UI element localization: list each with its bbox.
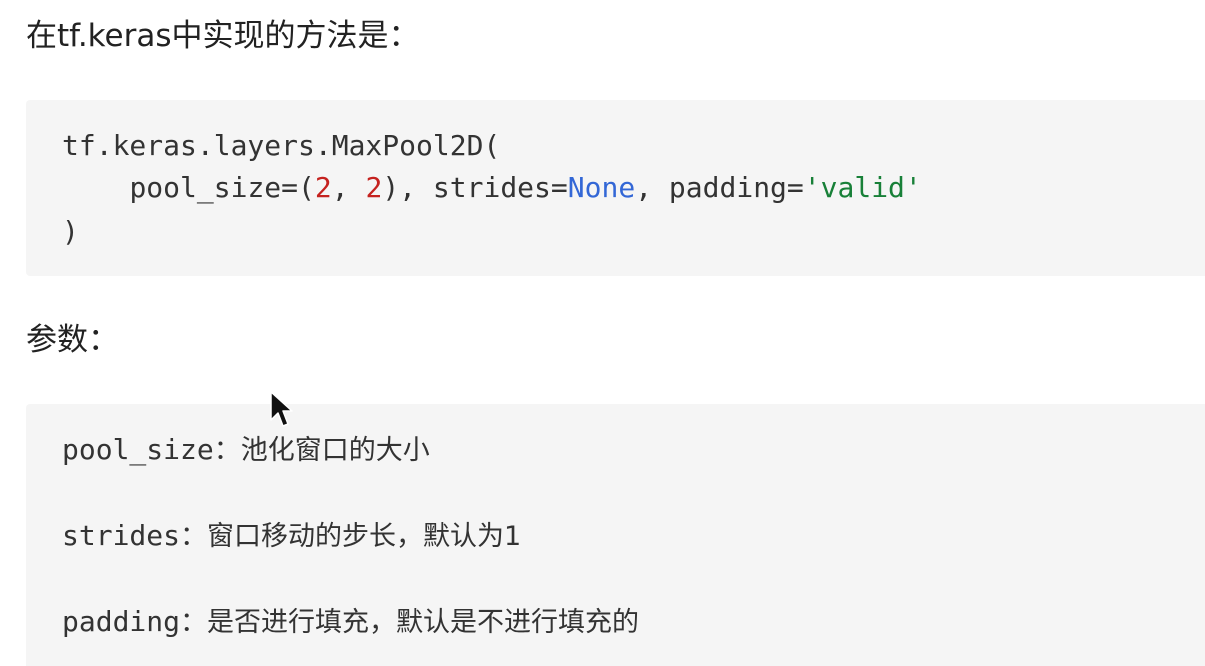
- intro-heading: 在tf.keras中实现的方法是：: [26, 18, 420, 54]
- param-description: 池化窗口的大小: [240, 435, 430, 466]
- param-separator: ：: [180, 607, 208, 638]
- param-separator: ：: [213, 435, 241, 466]
- code-pool-size-key: pool_size=(: [129, 171, 315, 204]
- param-name: strides: [62, 519, 181, 552]
- params-block[interactable]: pool_size：池化窗口的大小 strides：窗口移动的步长，默认为1 p…: [26, 404, 1205, 666]
- param-description: 窗口移动的步长，默认为1: [207, 521, 522, 552]
- param-item-strides: strides：窗口移动的步长，默认为1: [62, 516, 521, 557]
- code-line-2: pool_size=(2, 2), strides=None, padding=…: [62, 168, 922, 208]
- code-keyword-none: None: [567, 171, 636, 204]
- mouse-pointer-icon: [270, 391, 293, 427]
- code-padding-key: , padding=: [635, 171, 804, 204]
- code-number: 2: [314, 171, 332, 204]
- params-heading: 参数：: [26, 322, 119, 358]
- code-block[interactable]: tf.keras.layers.MaxPool2D( pool_size=(2,…: [26, 100, 1205, 276]
- code-line-1: tf.keras.layers.MaxPool2D(: [62, 129, 501, 162]
- code-number: 2: [365, 171, 383, 204]
- code-line-3: ): [62, 215, 79, 248]
- code-strides-key: ), strides=: [382, 171, 568, 204]
- code-comma: ,: [331, 171, 366, 204]
- param-item-padding: padding：是否进行填充，默认是不进行填充的: [62, 602, 639, 643]
- code-string-valid: 'valid': [803, 171, 922, 204]
- param-description: 是否进行填充，默认是不进行填充的: [207, 607, 640, 638]
- param-separator: ：: [180, 521, 208, 552]
- param-item-pool-size: pool_size：池化窗口的大小: [62, 430, 430, 471]
- param-name: padding: [62, 605, 181, 638]
- param-name: pool_size: [62, 433, 214, 466]
